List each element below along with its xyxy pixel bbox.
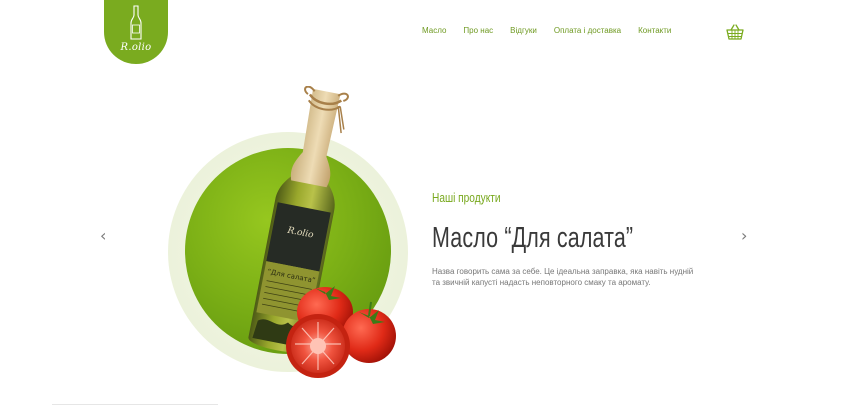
section-eyebrow: Наші продукти	[432, 190, 501, 205]
bottle-icon	[130, 5, 142, 40]
carousel-prev-button[interactable]: ‹	[100, 228, 106, 244]
main-nav: Масло Про нас Відгуки Оплата і доставка …	[422, 26, 671, 35]
bottom-divider	[52, 404, 218, 405]
basket-icon[interactable]	[726, 24, 744, 40]
product-image: R.olio “Для салата”	[248, 86, 396, 378]
nav-item-reviews[interactable]: Відгуки	[510, 26, 537, 35]
product-description: Назва говорить сама за себе. Це ідеальна…	[432, 267, 694, 287]
logo-text: R.olio	[120, 42, 152, 53]
nav-item-payment-delivery[interactable]: Оплата і доставка	[554, 26, 621, 35]
nav-item-oil[interactable]: Масло	[422, 26, 446, 35]
carousel-next-button[interactable]: ›	[741, 228, 747, 244]
logo[interactable]: R.olio	[104, 0, 168, 64]
nav-item-about[interactable]: Про нас	[463, 26, 493, 35]
nav-item-contacts[interactable]: Контакти	[638, 26, 671, 35]
product-title: Масло “Для салата”	[432, 222, 634, 254]
